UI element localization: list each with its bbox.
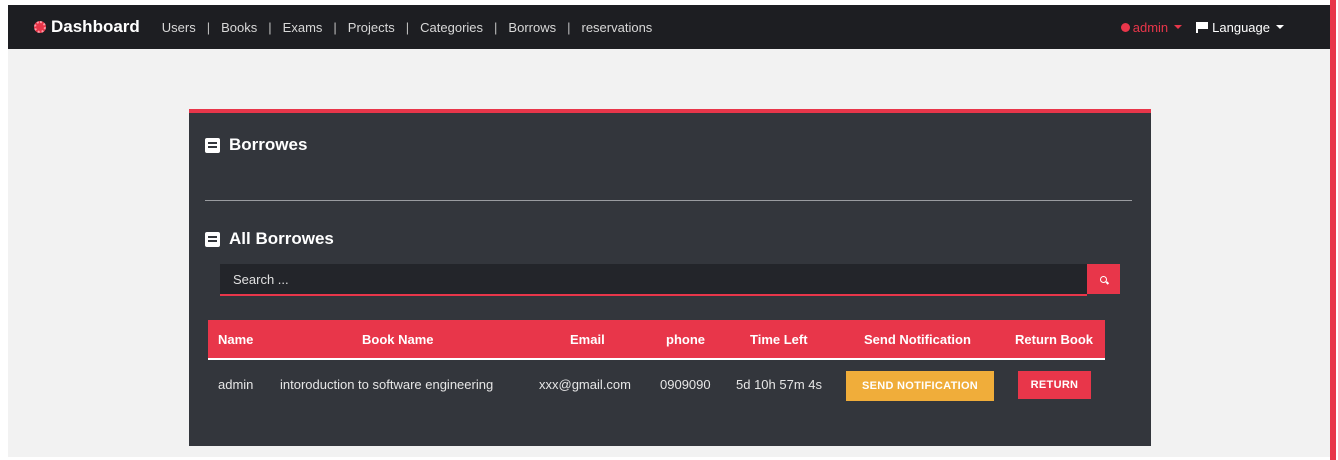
table-row: admin intoroduction to software engineer… xyxy=(208,360,1105,410)
return-button[interactable]: RETURN xyxy=(1018,371,1091,399)
table-header: Name Book Name Email phone Time Left Sen… xyxy=(208,320,1105,360)
column-header-email: Email xyxy=(570,332,605,347)
book-icon xyxy=(205,137,220,153)
column-header-time-left: Time Left xyxy=(750,332,808,347)
column-header-return-book: Return Book xyxy=(1015,332,1093,347)
nav-link-borrows[interactable]: Borrows xyxy=(508,20,556,35)
column-header-send-notification: Send Notification xyxy=(864,332,971,347)
language-dropdown-label: Language xyxy=(1212,19,1270,35)
nav-link-projects[interactable]: Projects xyxy=(348,20,395,35)
caret-down-icon xyxy=(1174,25,1183,29)
nav-separator: | xyxy=(268,19,272,35)
nav-link-categories[interactable]: Categories xyxy=(420,20,483,35)
nav-link-books[interactable]: Books xyxy=(221,20,257,35)
nav-link-users[interactable]: Users xyxy=(162,20,196,35)
borrows-card: Borrowes All Borrowes Name Book Name Ema… xyxy=(189,109,1151,446)
divider xyxy=(205,200,1132,201)
send-notification-button[interactable]: SEND NOTIFICATION xyxy=(846,371,994,401)
nav-link-exams[interactable]: Exams xyxy=(283,20,323,35)
user-dropdown-label: admin xyxy=(1132,19,1169,35)
search-bar xyxy=(220,264,1120,296)
cell-email: xxx@gmail.com xyxy=(539,377,631,392)
nav-right: admin Language xyxy=(1120,5,1284,49)
card-title-label: Borrowes xyxy=(229,135,308,154)
caret-down-icon xyxy=(1276,25,1284,29)
flag-icon xyxy=(1196,21,1209,33)
column-header-phone: phone xyxy=(666,332,705,347)
user-dropdown[interactable]: admin xyxy=(1120,19,1183,35)
window-edge xyxy=(1330,0,1336,460)
book-icon xyxy=(205,231,220,247)
search-button[interactable] xyxy=(1087,264,1120,294)
user-icon xyxy=(1120,22,1130,32)
search-input[interactable] xyxy=(220,264,1087,296)
nav-separator: | xyxy=(494,19,498,35)
column-header-book-name: Book Name xyxy=(362,332,434,347)
language-dropdown[interactable]: Language xyxy=(1196,20,1284,35)
section-title-label: All Borrowes xyxy=(229,229,334,248)
cell-book-name: intoroduction to software engineering xyxy=(280,377,494,392)
card-title: Borrowes xyxy=(205,135,307,155)
nav-separator: | xyxy=(333,19,337,35)
section-title: All Borrowes xyxy=(205,229,334,249)
cell-name: admin xyxy=(218,377,254,392)
cell-time-left: 5d 10h 57m 4s xyxy=(736,377,823,392)
cell-phone: 0909090 xyxy=(660,377,711,392)
column-header-name: Name xyxy=(218,332,254,347)
nav-separator: | xyxy=(206,19,211,35)
brand-link[interactable]: Dashboard xyxy=(34,17,140,37)
nav-separator: | xyxy=(567,19,571,35)
search-icon xyxy=(1100,275,1107,283)
brand-label: Dashboard xyxy=(51,17,140,36)
nav-separator: | xyxy=(405,19,410,35)
nav-links: Users | Books | Exams | Projects | Categ… xyxy=(162,20,653,35)
nav-link-reservations[interactable]: reservations xyxy=(582,20,653,35)
top-navbar: Dashboard Users | Books | Exams | Projec… xyxy=(8,5,1330,49)
dashboard-logo-icon xyxy=(34,21,46,33)
